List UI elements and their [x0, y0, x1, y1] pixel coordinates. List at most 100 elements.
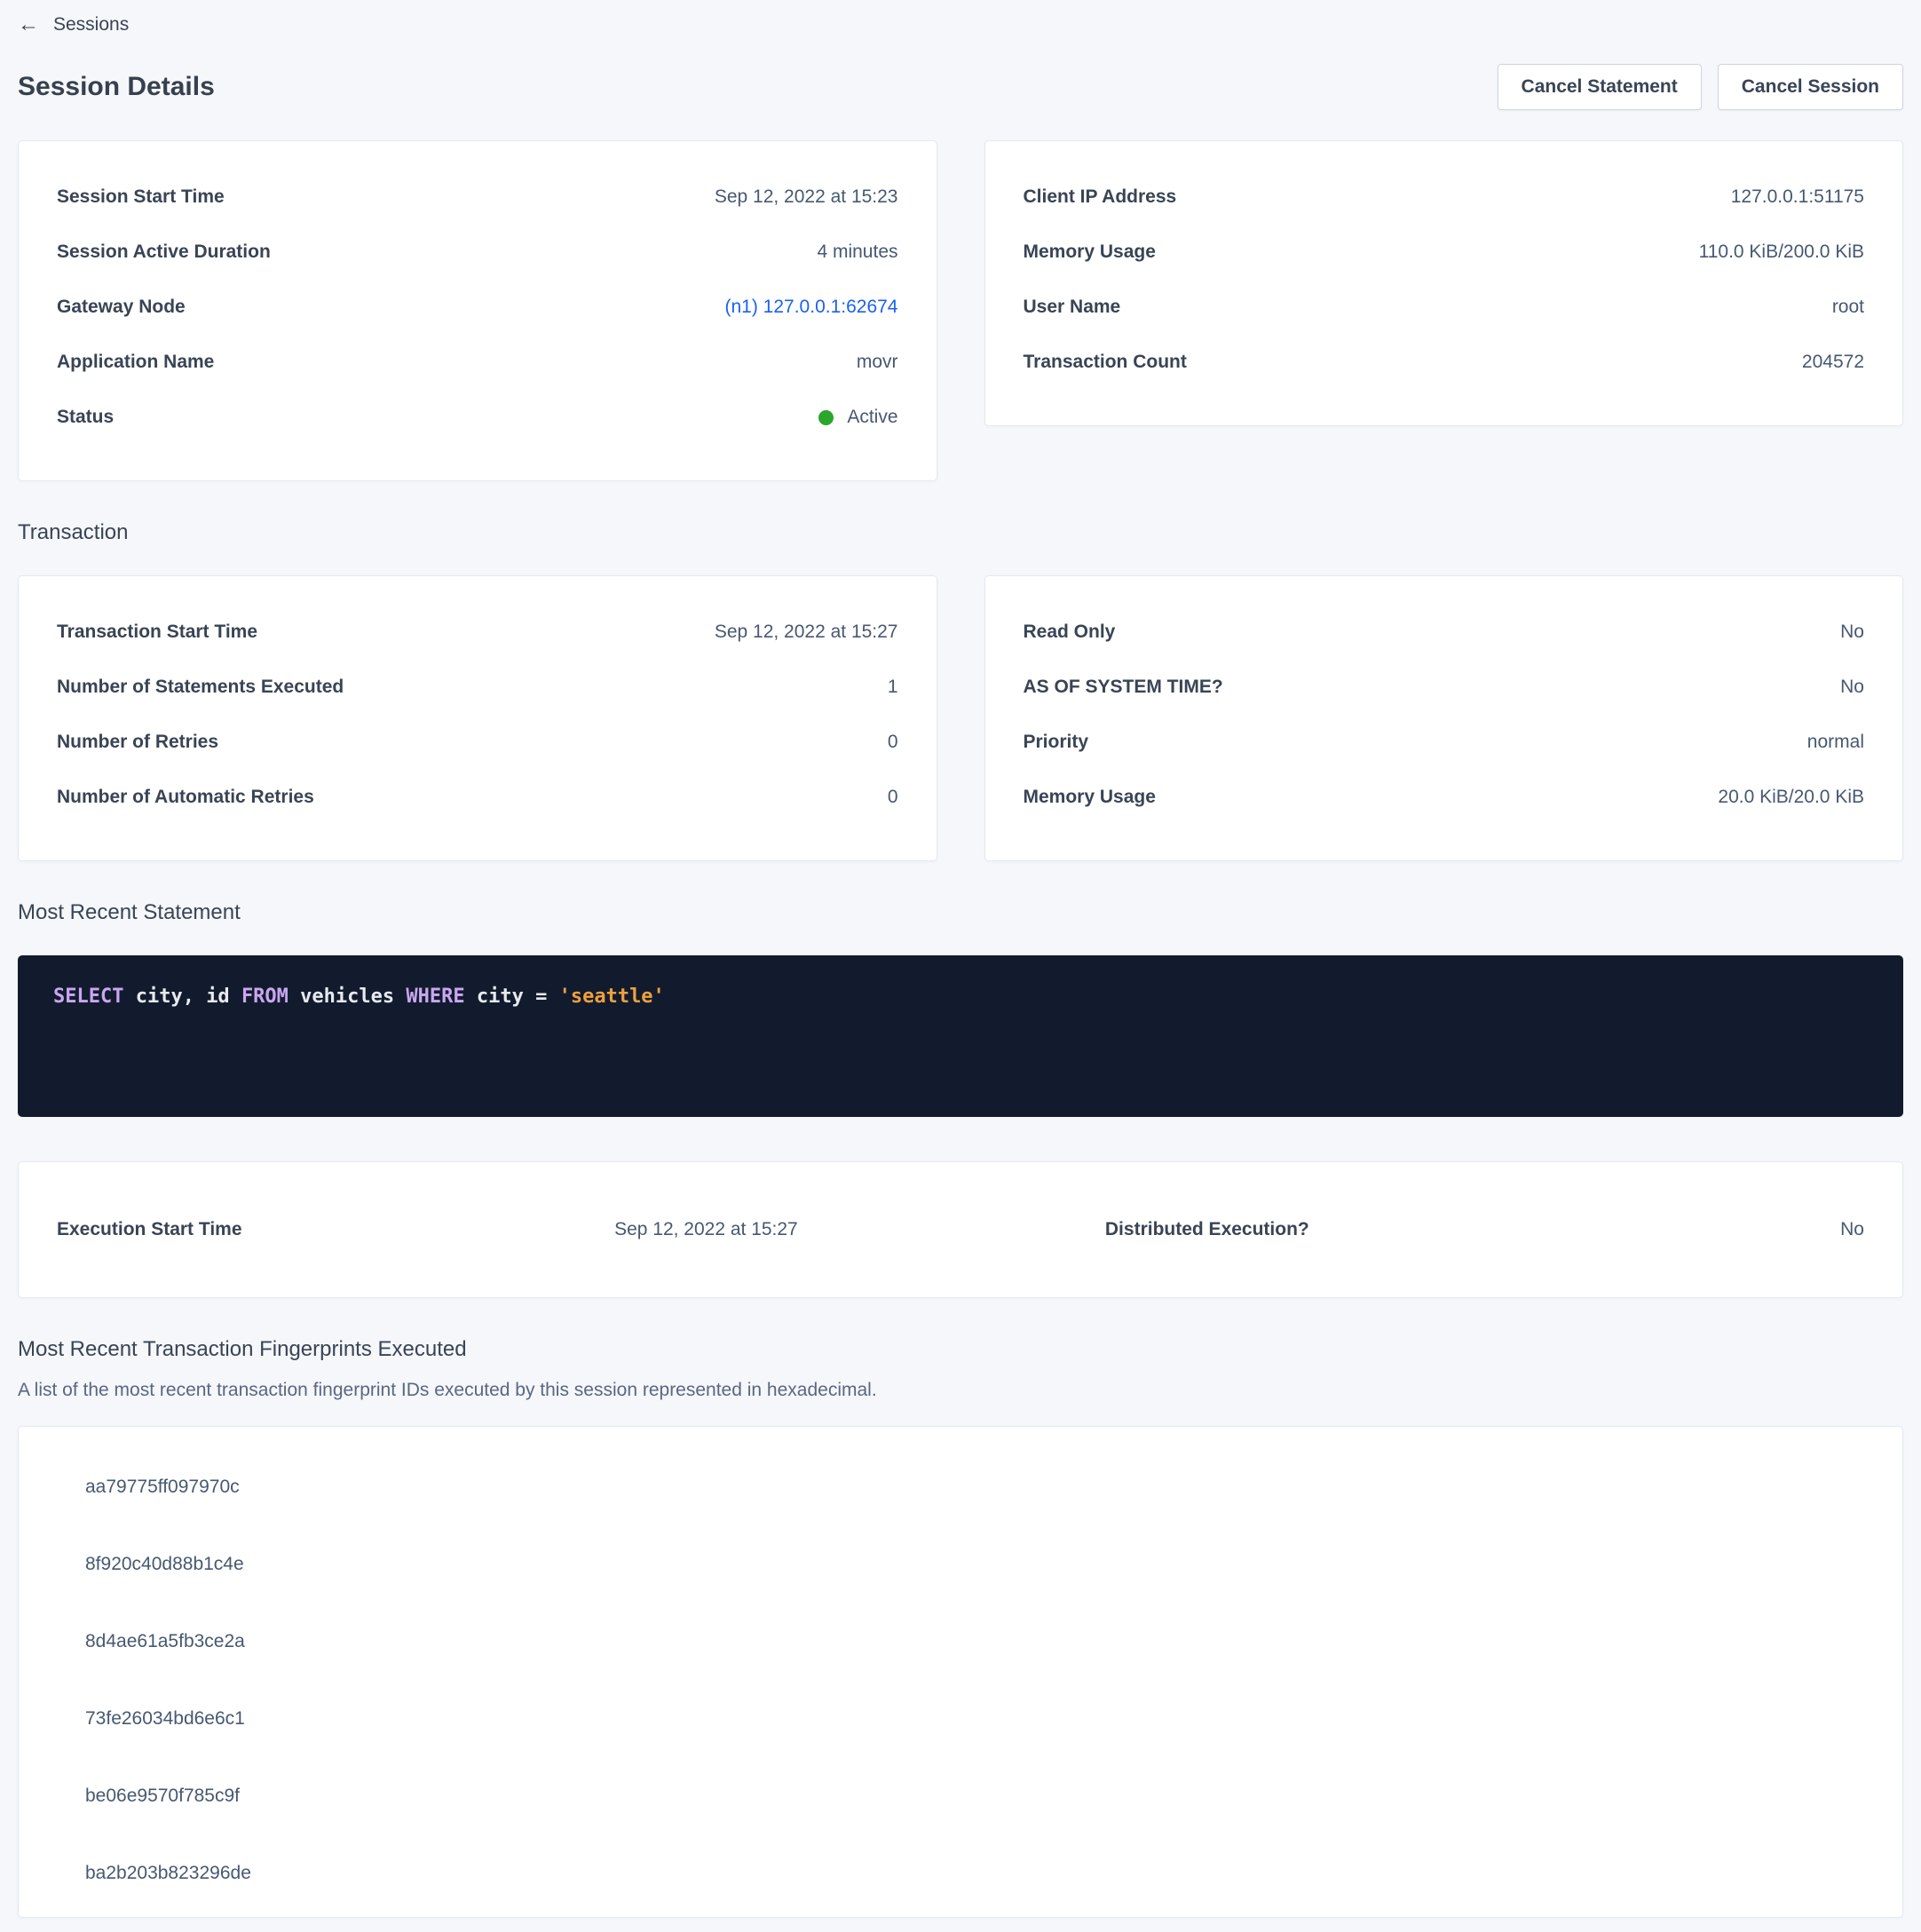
back-arrow-icon[interactable]: ←: [18, 14, 39, 36]
field-label: Memory Usage: [1024, 787, 1156, 808]
fingerprint-id: 8d4ae61a5fb3ce2a: [85, 1631, 245, 1652]
fingerprint-id: 73fe26034bd6e6c1: [85, 1708, 245, 1730]
fingerprint-row: 8f920c40d88b1c4e: [19, 1525, 1902, 1603]
status-dot-icon: [818, 410, 834, 425]
field-value: 0: [888, 787, 898, 808]
summary-row: Session Active Duration 4 minutes: [57, 225, 898, 280]
fingerprint-row: be06e9570f785c9f: [19, 1757, 1902, 1834]
summary-row: Memory Usage 110.0 KiB/200.0 KiB: [1024, 225, 1865, 280]
field-label: Memory Usage: [1024, 242, 1156, 263]
summary-row: Priority normal: [1024, 715, 1865, 770]
field-value: No: [1840, 622, 1864, 643]
breadcrumb[interactable]: ← Sessions: [18, 9, 129, 41]
summary-row: Number of Retries 0: [57, 715, 898, 770]
summary-row: Number of Statements Executed 1: [57, 660, 898, 715]
field-value: 204572: [1802, 352, 1864, 373]
field-label: Number of Statements Executed: [57, 677, 344, 698]
field-label: Number of Automatic Retries: [57, 787, 314, 808]
fingerprint-id: be06e9570f785c9f: [85, 1786, 240, 1807]
field-value: movr: [857, 352, 898, 373]
transaction-section-heading: Transaction: [18, 520, 1903, 545]
field-label: Read Only: [1024, 622, 1116, 643]
field-value: 4 minutes: [817, 242, 897, 263]
sql-token-id: vehicles: [300, 986, 406, 1008]
fingerprints-heading: Most Recent Transaction Fingerprints Exe…: [18, 1337, 1903, 1362]
field-label: Distributed Execution?: [1105, 1219, 1309, 1240]
sql-statement-box: SELECT city, id FROM vehicles WHERE city…: [18, 955, 1903, 1117]
field-value: 127.0.0.1:51175: [1731, 186, 1864, 208]
field-value: Sep 12, 2022 at 15:27: [614, 1219, 798, 1240]
summary-row: User Name root: [1024, 280, 1865, 335]
summary-row: Client IP Address 127.0.0.1:51175: [1024, 170, 1865, 225]
transaction-card-left: Transaction Start Time Sep 12, 2022 at 15…: [18, 575, 937, 861]
fingerprints-card: aa79775ff097970c 8f920c40d88b1c4e 8d4ae61a…: [18, 1426, 1903, 1918]
breadcrumb-sessions-link[interactable]: Sessions: [53, 14, 129, 36]
fingerprint-id: 8f920c40d88b1c4e: [85, 1554, 244, 1575]
summary-row: Application Name movr: [57, 335, 898, 390]
field-label: Execution Start Time: [57, 1219, 242, 1240]
fingerprint-row: 8d4ae61a5fb3ce2a: [19, 1603, 1902, 1680]
field-label: Status: [57, 407, 114, 428]
gateway-node-link[interactable]: (n1) 127.0.0.1:62674: [725, 297, 898, 318]
field-label: Application Name: [57, 352, 214, 373]
execution-card: Execution Start Time Sep 12, 2022 at 15:…: [18, 1161, 1903, 1298]
summary-row: Gateway Node (n1) 127.0.0.1:62674: [57, 280, 898, 335]
summary-row: Session Start Time Sep 12, 2022 at 15:23: [57, 170, 898, 225]
fingerprint-row: ba2b203b823296de: [19, 1834, 1902, 1912]
field-value: 20.0 KiB/20.0 KiB: [1718, 787, 1864, 808]
field-label: Priority: [1024, 732, 1089, 753]
page-title: Session Details: [18, 72, 215, 102]
field-label: Session Active Duration: [57, 242, 271, 263]
field-value: Sep 12, 2022 at 15:27: [715, 622, 898, 643]
transaction-row: Transaction Start Time Sep 12, 2022 at 15…: [18, 575, 1903, 861]
field-value: No: [1840, 1219, 1864, 1240]
field-value: No: [1840, 677, 1864, 698]
most-recent-statement-heading: Most Recent Statement: [18, 900, 1903, 925]
sql-token-kw: SELECT: [53, 986, 136, 1008]
field-value: 0: [888, 732, 898, 753]
field-label: Number of Retries: [57, 732, 218, 753]
field-label: Session Start Time: [57, 186, 225, 208]
fingerprints-description: A list of the most recent transaction fi…: [18, 1380, 1903, 1401]
sql-statement: SELECT city, id FROM vehicles WHERE city…: [53, 986, 665, 1008]
transaction-card-right: Read Only No AS OF SYSTEM TIME? No Priority n…: [984, 575, 1904, 861]
field-value: 1: [888, 677, 898, 698]
summary-row: Read Only No: [1024, 605, 1865, 660]
cancel-session-button[interactable]: Cancel Session: [1718, 64, 1903, 110]
field-value: root: [1832, 297, 1864, 318]
page-header: Session Details Cancel Statement Cancel …: [18, 64, 1903, 110]
fingerprint-id: aa79775ff097970c: [85, 1477, 240, 1498]
field-label: User Name: [1024, 297, 1121, 318]
fingerprint-id: ba2b203b823296de: [85, 1863, 251, 1884]
summary-row: Transaction Count 204572: [1024, 335, 1865, 390]
sql-token-kw: WHERE: [406, 986, 476, 1008]
summary-row: Memory Usage 20.0 KiB/20.0 KiB: [1024, 770, 1865, 825]
cancel-statement-button[interactable]: Cancel Statement: [1498, 64, 1702, 110]
summary-row: Transaction Start Time Sep 12, 2022 at 15…: [57, 605, 898, 660]
sql-token-id: city =: [477, 986, 559, 1008]
session-summary-card-right: Client IP Address 127.0.0.1:51175 Memory U…: [984, 140, 1904, 426]
field-label: AS OF SYSTEM TIME?: [1024, 677, 1223, 698]
session-summary-row: Session Start TimeSep 12, 2022 at 15:23S…: [18, 140, 1903, 481]
fingerprint-row: 73fe26034bd6e6c1: [19, 1680, 1902, 1757]
field-label: Transaction Count: [1024, 352, 1187, 373]
distributed-execution-pair: Distributed Execution? No: [1105, 1219, 1864, 1240]
field-value: normal: [1807, 732, 1864, 753]
fingerprint-row: aa79775ff097970c: [19, 1448, 1902, 1525]
sql-token-kw: FROM: [241, 986, 300, 1008]
sql-token-id: city, id: [136, 986, 241, 1008]
execution-start-pair: Execution Start Time Sep 12, 2022 at 15:…: [57, 1219, 798, 1240]
field-label: Transaction Start Time: [57, 622, 257, 643]
session-details-page: ← Sessions Session Details Cancel Statem…: [0, 0, 1921, 1918]
summary-row: AS OF SYSTEM TIME? No: [1024, 660, 1865, 715]
field-label: Gateway Node: [57, 297, 186, 318]
status-badge: Active: [818, 407, 897, 428]
session-summary-card-left: Session Start TimeSep 12, 2022 at 15:23S…: [18, 140, 937, 481]
sql-token-str: 'seattle': [559, 986, 665, 1008]
header-actions: Cancel Statement Cancel Session: [1498, 64, 1903, 110]
field-value: 110.0 KiB/200.0 KiB: [1699, 242, 1864, 263]
summary-row: Number of Automatic Retries 0: [57, 770, 898, 825]
field-value: Sep 12, 2022 at 15:23: [715, 186, 898, 208]
field-label: Client IP Address: [1024, 186, 1177, 208]
summary-row: Status Active: [57, 390, 898, 445]
